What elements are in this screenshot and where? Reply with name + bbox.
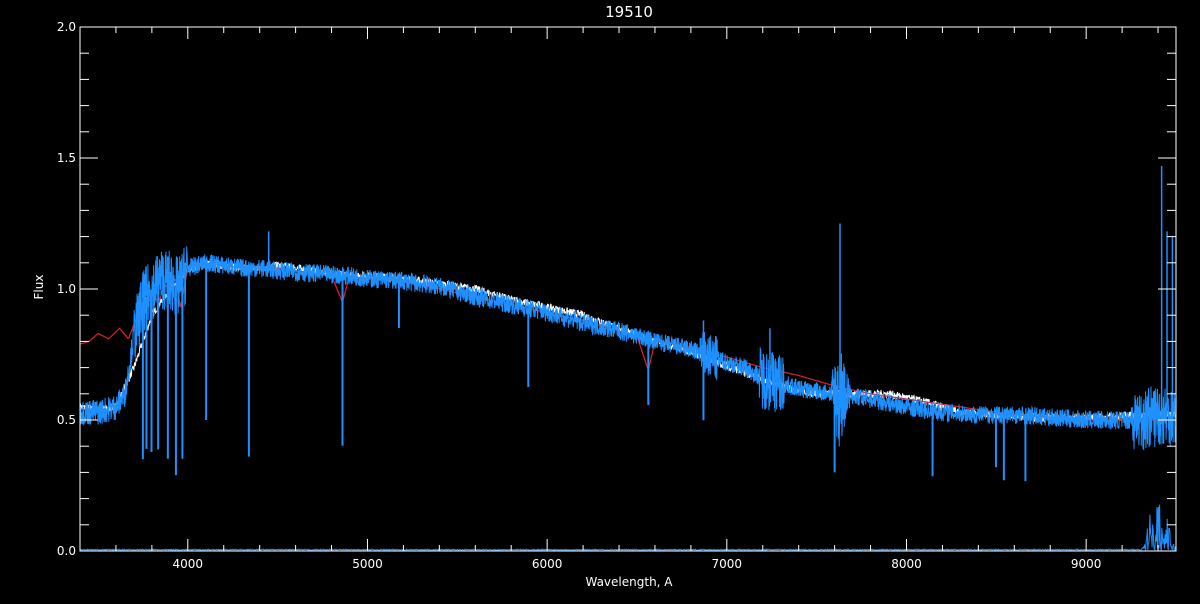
y-axis-label: Flux: [32, 275, 46, 300]
x-tick-label: 8000: [891, 557, 922, 571]
chart-title: 19510: [605, 3, 653, 21]
x-tick-label: 6000: [532, 557, 563, 571]
chart-background: [0, 0, 1200, 600]
y-tick-label: 1.5: [57, 151, 76, 165]
y-tick-label: 2.0: [57, 20, 76, 34]
y-tick-label: 0.0: [57, 544, 76, 558]
spectrum-chart: 19510 Wavelength, A Flux 4000 5000 6000 700…: [0, 0, 1200, 600]
x-axis-label: Wavelength, A: [585, 575, 673, 589]
y-tick-label: 0.5: [57, 413, 76, 427]
x-tick-label: 9000: [1071, 557, 1102, 571]
y-tick-label: 1.0: [57, 282, 76, 296]
x-tick-label: 5000: [352, 557, 383, 571]
x-tick-label: 4000: [173, 557, 204, 571]
chart-svg: 19510 Wavelength, A Flux 4000 5000 6000 700…: [0, 0, 1200, 600]
x-tick-label: 7000: [712, 557, 743, 571]
